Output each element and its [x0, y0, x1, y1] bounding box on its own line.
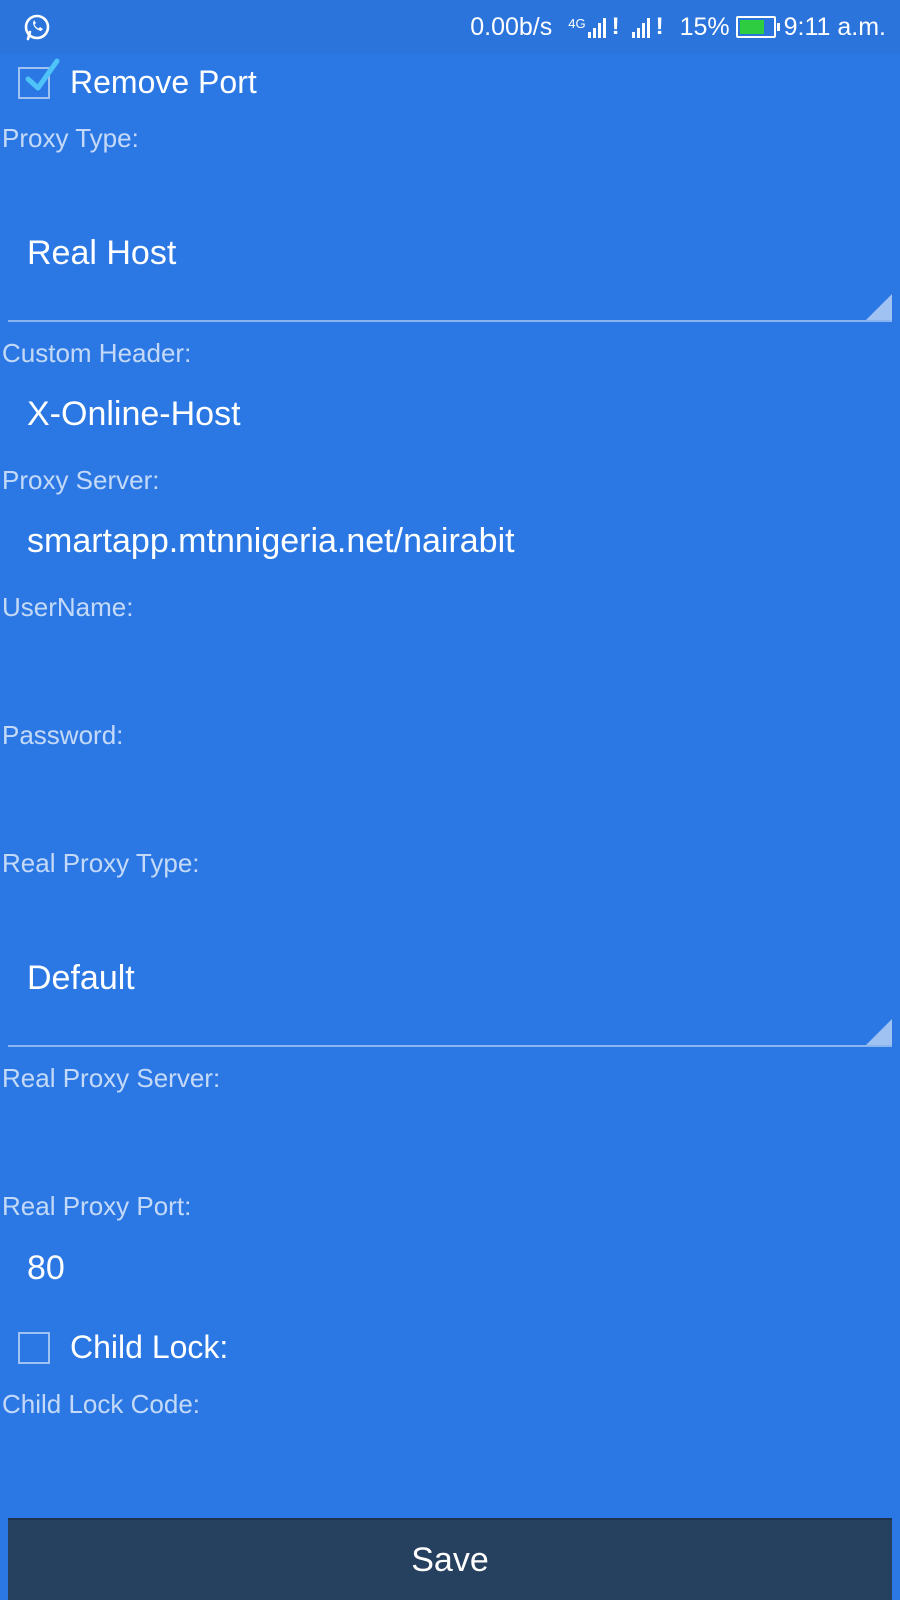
- child-lock-code-input[interactable]: [27, 1446, 887, 1490]
- proxy-server-input[interactable]: smartapp.mtnnigeria.net/nairabit: [27, 522, 515, 561]
- child-lock-label: Child Lock:: [70, 1329, 229, 1365]
- status-indicators: 0.00b/s 4G ! ! 15% 9:11 a.m.: [470, 10, 886, 44]
- real-proxy-server-input[interactable]: [27, 1120, 887, 1164]
- password-input[interactable]: [27, 777, 887, 821]
- real-proxy-port-input[interactable]: 80: [27, 1249, 65, 1288]
- signal-icon: [587, 16, 608, 38]
- proxy-server-label: Proxy Server:: [2, 465, 160, 495]
- remove-port-row[interactable]: Remove Port: [18, 58, 257, 101]
- username-input[interactable]: [27, 649, 887, 693]
- signal-icon-2: [631, 16, 652, 38]
- proxy-type-value: Real Host: [27, 234, 177, 272]
- real-proxy-port-label: Real Proxy Port:: [2, 1191, 192, 1221]
- child-lock-row[interactable]: Child Lock:: [18, 1329, 228, 1366]
- dropdown-underline: [8, 1045, 892, 1047]
- custom-header-input[interactable]: X-Online-Host: [27, 395, 241, 434]
- checkmark-icon: [25, 58, 60, 90]
- username-label: UserName:: [2, 592, 134, 622]
- remove-port-checkbox[interactable]: [18, 58, 60, 99]
- network-type: 4G: [568, 15, 586, 31]
- child-lock-code-label: Child Lock Code:: [2, 1389, 200, 1419]
- dropdown-corner-icon: [866, 1019, 892, 1045]
- proxy-type-dropdown[interactable]: Real Host: [8, 212, 892, 322]
- remove-port-label: Remove Port: [70, 64, 257, 100]
- net-speed: 0.00b/s: [470, 12, 553, 41]
- signal-alert: !: [611, 13, 620, 40]
- signal-alert-2: !: [655, 13, 664, 40]
- proxy-type-label: Proxy Type:: [2, 123, 139, 153]
- battery-percent: 15%: [679, 12, 730, 41]
- child-lock-checkbox[interactable]: [18, 1331, 50, 1364]
- clock: 9:11 a.m.: [783, 12, 886, 41]
- status-bar: 0.00b/s 4G ! ! 15% 9:11 a.m.: [0, 0, 900, 54]
- battery-icon: [735, 16, 780, 38]
- custom-header-label: Custom Header:: [2, 338, 192, 368]
- real-proxy-server-label: Real Proxy Server:: [2, 1063, 221, 1093]
- dropdown-corner-icon: [866, 294, 892, 320]
- save-button[interactable]: Save: [8, 1518, 892, 1600]
- real-proxy-type-dropdown[interactable]: Default: [8, 937, 892, 1047]
- password-label: Password:: [2, 720, 124, 750]
- whatsapp-icon: [24, 14, 50, 41]
- real-proxy-type-value: Default: [27, 959, 135, 997]
- dropdown-underline: [8, 320, 892, 322]
- real-proxy-type-label: Real Proxy Type:: [2, 848, 200, 878]
